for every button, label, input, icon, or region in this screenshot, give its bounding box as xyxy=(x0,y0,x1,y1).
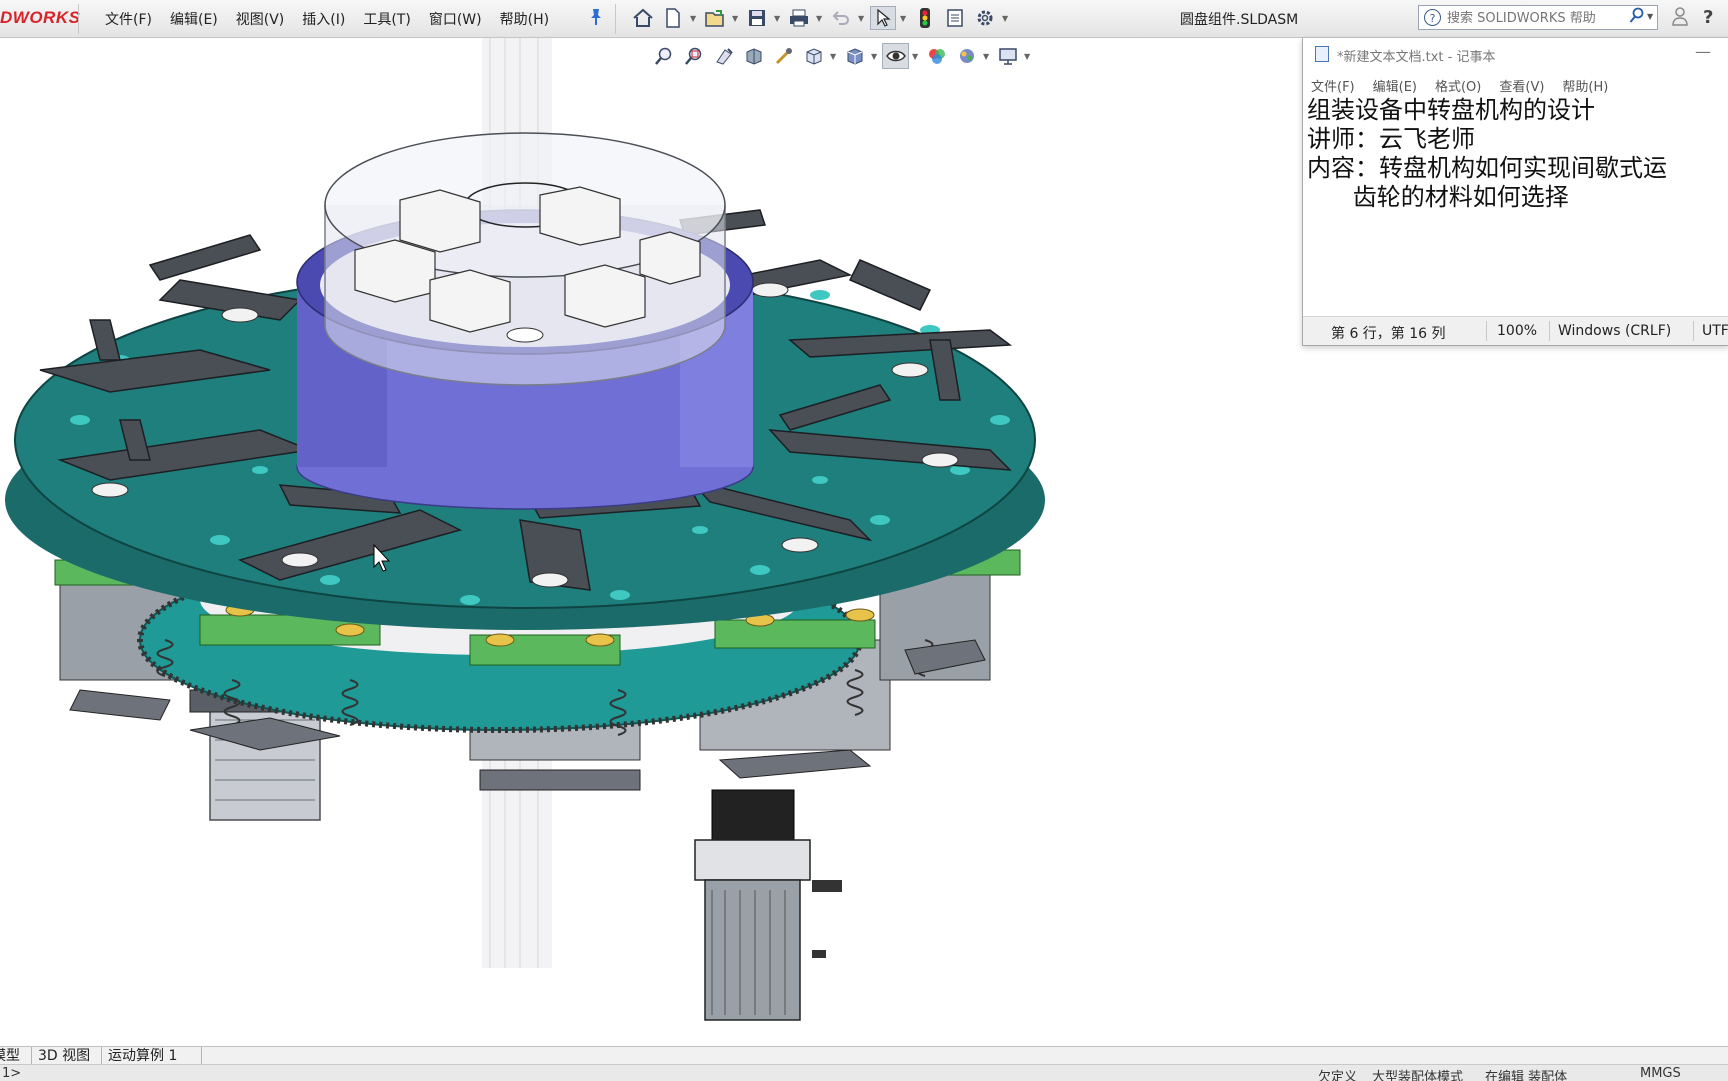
menu-insert[interactable]: 插入(I) xyxy=(302,9,345,29)
open-icon[interactable] xyxy=(702,6,728,30)
menu-tools[interactable]: 工具(T) xyxy=(363,9,410,29)
home-icon[interactable] xyxy=(630,6,656,30)
chevron-down-icon[interactable]: ▼ xyxy=(732,14,740,23)
tab-motion-study[interactable]: 运动算例 1 xyxy=(102,1047,202,1065)
undo-icon[interactable] xyxy=(828,6,854,30)
menu-file[interactable]: 文件(F) xyxy=(105,9,152,29)
divider xyxy=(615,4,616,34)
pin-menu-icon[interactable] xyxy=(588,8,604,30)
text-line: 内容：转盘机构如何实现间歇式运 xyxy=(1307,154,1667,182)
notepad-menu: 文件(F) 编辑(E) 格式(O) 查看(V) 帮助(H) xyxy=(1311,76,1608,95)
status-definition: 欠定义 xyxy=(1318,1070,1358,1081)
save-icon[interactable] xyxy=(744,6,770,30)
transparent-cover[interactable] xyxy=(324,132,726,386)
cursor-position: 第 6 行，第 16 列 xyxy=(1331,326,1446,342)
tab-model[interactable]: 模型 xyxy=(0,1047,32,1065)
tab-3d-view[interactable]: 3D 视图 xyxy=(32,1047,102,1065)
notepad-menu-view[interactable]: 查看(V) xyxy=(1499,76,1544,95)
document-title: 圆盘组件.SLDASM xyxy=(1180,12,1299,28)
search-input[interactable] xyxy=(1445,8,1619,29)
notepad-title-bar[interactable]: *新建文本文档.txt - 记事本 — xyxy=(1303,38,1728,68)
title-bar: DWORKS 文件(F) 编辑(E) 视图(V) 插入(I) 工具(T) 窗口(… xyxy=(0,0,1728,38)
notepad-title: *新建文本文档.txt - 记事本 xyxy=(1337,50,1496,65)
status-bar: 1> 欠定义 大型装配体模式 在编辑 装配体 MMGS xyxy=(0,1064,1728,1081)
help-search-box[interactable]: ? ▼ xyxy=(1418,5,1658,30)
notepad-menu-edit[interactable]: 编辑(E) xyxy=(1373,76,1417,95)
encoding: UTF xyxy=(1702,323,1728,339)
options-icon[interactable] xyxy=(972,6,998,30)
notepad-menu-file[interactable]: 文件(F) xyxy=(1311,76,1355,95)
rebuild-icon[interactable] xyxy=(912,6,938,30)
divider xyxy=(78,4,79,34)
chevron-down-icon[interactable]: ▼ xyxy=(690,14,698,23)
line-ending: Windows (CRLF) xyxy=(1558,323,1672,339)
notepad-icon xyxy=(1315,46,1329,62)
minimize-icon[interactable]: — xyxy=(1695,42,1711,61)
status-left: 1> xyxy=(2,1066,22,1081)
menu-help[interactable]: 帮助(H) xyxy=(500,9,549,29)
menu-view[interactable]: 视图(V) xyxy=(236,9,285,29)
help-circle-icon: ? xyxy=(1424,9,1441,26)
notepad-menu-help[interactable]: 帮助(H) xyxy=(1562,76,1608,95)
main-menu: 文件(F) 编辑(E) 视图(V) 插入(I) 工具(T) 窗口(W) 帮助(H… xyxy=(105,9,549,29)
divider xyxy=(1486,321,1487,341)
solidworks-logo[interactable]: DWORKS xyxy=(0,8,80,28)
zoom-level: 100% xyxy=(1497,323,1538,339)
menu-window[interactable]: 窗口(W) xyxy=(429,9,482,29)
standard-toolbar: ▼ ▼ ▼ ▼ ▼ ▼ ▼ xyxy=(630,6,1010,30)
divider xyxy=(1693,321,1694,341)
status-units[interactable]: MMGS xyxy=(1640,1066,1681,1081)
bottom-tabs: 模型 3D 视图 运动算例 1 xyxy=(0,1046,1728,1065)
file-properties-icon[interactable] xyxy=(942,6,968,30)
text-line: 讲师：云飞老师 xyxy=(1307,125,1475,153)
new-document-icon[interactable] xyxy=(660,6,686,30)
notepad-window[interactable]: *新建文本文档.txt - 记事本 — 文件(F) 编辑(E) 格式(O) 查看… xyxy=(1302,38,1728,346)
chevron-down-icon[interactable]: ▼ xyxy=(900,14,908,23)
chevron-down-icon[interactable]: ▼ xyxy=(858,14,866,23)
print-icon[interactable] xyxy=(786,6,812,30)
status-large-assembly: 大型装配体模式 xyxy=(1372,1070,1464,1081)
notepad-status-bar: 第 6 行，第 16 列 100% Windows (CRLF) UTF xyxy=(1303,316,1728,345)
chevron-down-icon[interactable]: ▼ xyxy=(1002,14,1010,23)
chevron-down-icon[interactable]: ▼ xyxy=(1647,12,1653,21)
notepad-menu-format[interactable]: 格式(O) xyxy=(1435,76,1481,95)
user-icon[interactable] xyxy=(1672,6,1688,31)
divider xyxy=(1549,321,1550,341)
stepper-motor[interactable] xyxy=(694,789,842,1021)
chevron-down-icon[interactable]: ▼ xyxy=(774,14,782,23)
text-line: 齿轮的材料如何选择 xyxy=(1307,183,1569,211)
menu-edit[interactable]: 编辑(E) xyxy=(170,9,218,29)
select-icon[interactable] xyxy=(870,6,896,30)
chevron-down-icon[interactable]: ▼ xyxy=(816,14,824,23)
status-editing: 在编辑 装配体 xyxy=(1485,1070,1568,1081)
search-icon[interactable] xyxy=(1629,7,1645,29)
help-icon[interactable]: ? xyxy=(1703,7,1713,28)
text-line: 组装设备中转盘机构的设计 xyxy=(1307,96,1595,124)
notepad-text-area[interactable]: 组装设备中转盘机构的设计 讲师：云飞老师 内容：转盘机构如何实现间歇式运 齿轮的材料… xyxy=(1307,96,1728,308)
